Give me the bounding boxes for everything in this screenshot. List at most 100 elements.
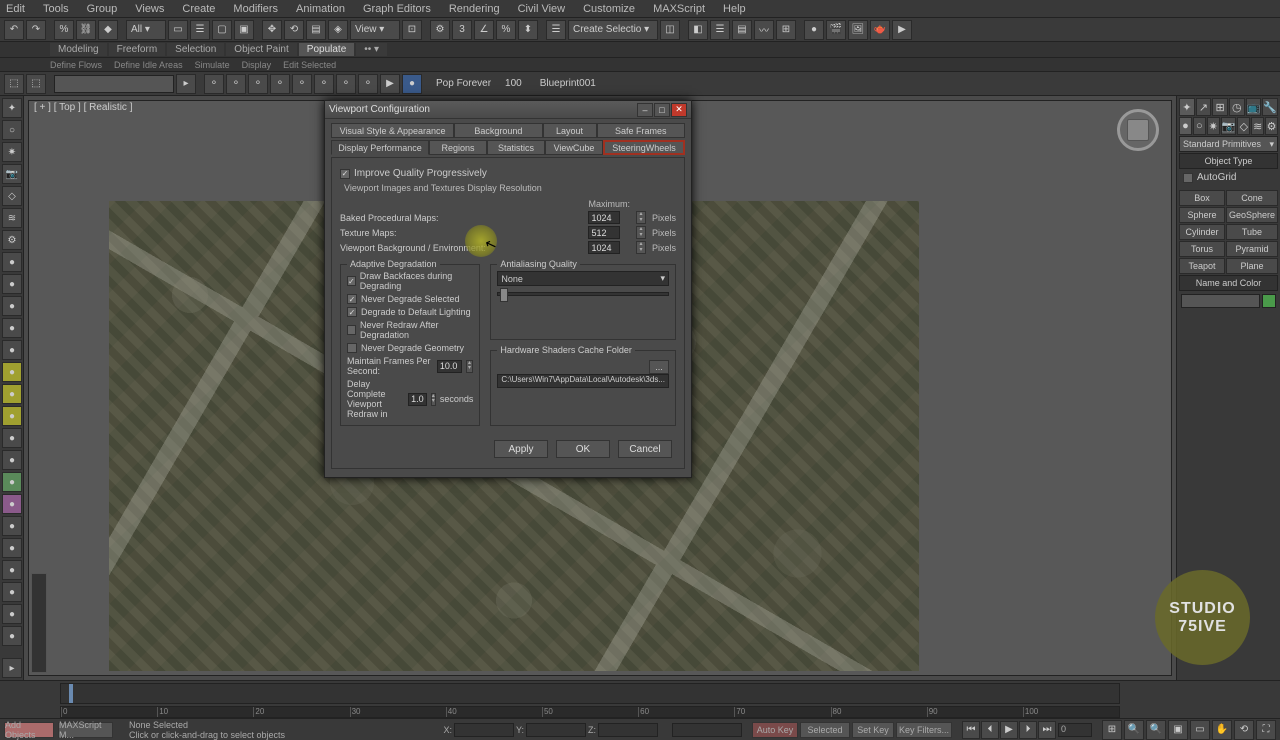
cache-path-input[interactable]: C:\Users\Win7\AppData\Local\Autodesk\3ds… — [497, 374, 669, 388]
selected-button[interactable]: Selected — [800, 722, 850, 738]
spinner-arrows-icon[interactable]: ▴▾ — [636, 211, 646, 224]
close-icon[interactable]: ✕ — [671, 103, 687, 117]
object-type-header[interactable]: Object Type — [1179, 153, 1278, 169]
prim-tube-button[interactable]: Tube — [1226, 224, 1278, 240]
prim-box-button[interactable]: Box — [1179, 190, 1225, 206]
spinner-arrows-icon[interactable]: ▴▾ — [636, 226, 646, 239]
helpers-icon[interactable]: ◇ — [1237, 117, 1250, 135]
spinner-arrows-icon[interactable]: ▴▾ — [431, 393, 436, 406]
misc-icon[interactable]: ● — [2, 252, 22, 272]
bind-icon[interactable]: ◆ — [98, 20, 118, 40]
motion-panel-icon[interactable]: ◷ — [1229, 98, 1245, 116]
pop-anim-icon[interactable]: ● — [402, 74, 422, 94]
misc-icon[interactable]: ● — [2, 384, 22, 404]
zoom-extents-icon[interactable]: ▣ — [1168, 720, 1188, 740]
misc-icon[interactable]: ● — [2, 582, 22, 602]
timeline-ruler[interactable]: 0102030405060708090100 — [60, 706, 1120, 718]
render-icon[interactable]: 🫖 — [870, 20, 890, 40]
ribbon-tab-freeform[interactable]: Freeform — [109, 43, 166, 56]
snap-icon[interactable]: 3 — [452, 20, 472, 40]
prim-sphere-button[interactable]: Sphere — [1179, 207, 1225, 223]
current-frame-input[interactable]: 0 — [1058, 723, 1092, 737]
time-slider-marker[interactable] — [69, 684, 73, 703]
menu-item[interactable]: Civil View — [518, 3, 565, 15]
ribbon-icon[interactable]: ▤ — [732, 20, 752, 40]
autokey-button[interactable]: Auto Key — [752, 722, 798, 738]
create-panel-icon[interactable]: ✦ — [1179, 98, 1195, 116]
space-warp-icon[interactable]: ≋ — [2, 208, 22, 228]
tab-steeringwheels[interactable]: SteeringWheels — [603, 140, 685, 155]
minimize-icon[interactable]: ‒ — [637, 103, 653, 117]
light-icon[interactable]: ✷ — [2, 142, 22, 162]
pivot-icon[interactable]: ⊡ — [402, 20, 422, 40]
window-crossing-icon[interactable]: ▣ — [234, 20, 254, 40]
add-objects-button[interactable]: Add Objects — [4, 722, 54, 738]
main-menubar[interactable]: Edit Tools Group Views Create Modifiers … — [0, 0, 1280, 18]
redraw-delay-spinner[interactable]: 1.0 — [408, 393, 427, 406]
select-icon[interactable]: ▭ — [168, 20, 188, 40]
prim-plane-button[interactable]: Plane — [1226, 258, 1278, 274]
viewport-bg-spinner[interactable]: 1024 — [588, 241, 620, 254]
ribbon-tab-populate[interactable]: Populate — [299, 43, 354, 56]
goto-start-icon[interactable]: ⏮ — [962, 721, 980, 739]
pop-icon[interactable]: ⚬ — [248, 74, 268, 94]
graphite-btn-icon[interactable]: ⬚ — [26, 74, 46, 94]
misc-icon[interactable]: ● — [2, 472, 22, 492]
ribbon-tab-more[interactable]: •• ▾ — [356, 43, 387, 56]
undo-icon[interactable]: ↶ — [4, 20, 24, 40]
never-degrade-geometry-checkbox[interactable] — [347, 343, 357, 353]
shapes-icon[interactable]: ○ — [1193, 117, 1206, 135]
maximize-viewport-icon[interactable]: ⛶ — [1256, 720, 1276, 740]
render-prod-icon[interactable]: ▶ — [892, 20, 912, 40]
pop-icon[interactable]: ⚬ — [270, 74, 290, 94]
tab-display-performance[interactable]: Display Performance — [331, 140, 429, 155]
viewcube-face[interactable] — [1127, 119, 1149, 141]
material-editor-icon[interactable]: ● — [804, 20, 824, 40]
zoom-icon[interactable]: 🔍 — [1124, 720, 1144, 740]
misc-icon[interactable]: ● — [2, 318, 22, 338]
cam-icon[interactable]: 📷 — [2, 164, 22, 184]
tab-background[interactable]: Background — [454, 123, 543, 138]
named-selection-dropdown[interactable]: Create Selectio ▾ — [568, 20, 658, 40]
time-slider[interactable] — [60, 683, 1120, 704]
menu-item[interactable]: Help — [723, 3, 746, 15]
never-redraw-checkbox[interactable] — [347, 325, 356, 335]
menu-item[interactable]: Group — [87, 3, 118, 15]
misc-icon[interactable]: ● — [2, 406, 22, 426]
move-icon[interactable]: ✥ — [262, 20, 282, 40]
named-sel-icon[interactable]: ☰ — [546, 20, 566, 40]
spinner-snap-icon[interactable]: ⬍ — [518, 20, 538, 40]
manipulate-icon[interactable]: ⚙ — [430, 20, 450, 40]
next-frame-icon[interactable]: ⏵ — [1019, 721, 1037, 739]
apply-button[interactable]: Apply — [494, 440, 548, 458]
pop-anim-icon[interactable]: ▶ — [380, 74, 400, 94]
redo-icon[interactable]: ↷ — [26, 20, 46, 40]
helper-icon[interactable]: ◇ — [2, 186, 22, 206]
render-setup-icon[interactable]: 🎬 — [826, 20, 846, 40]
viewcube[interactable] — [1117, 109, 1159, 151]
baked-maps-spinner[interactable]: 1024 — [588, 211, 620, 224]
placement-icon[interactable]: ◈ — [328, 20, 348, 40]
browse-button[interactable]: ... — [649, 360, 669, 374]
misc-icon[interactable]: ● — [2, 274, 22, 294]
prim-cone-button[interactable]: Cone — [1226, 190, 1278, 206]
menu-item[interactable]: Graph Editors — [363, 3, 431, 15]
menu-item[interactable]: Edit — [6, 3, 25, 15]
select-name-icon[interactable]: ☰ — [190, 20, 210, 40]
misc-icon[interactable]: ● — [2, 296, 22, 316]
geometry-icon[interactable]: ● — [1179, 117, 1192, 135]
layers-icon[interactable]: ☰ — [710, 20, 730, 40]
slider-thumb[interactable] — [500, 288, 508, 302]
x-coord-input[interactable] — [454, 723, 514, 737]
menu-item[interactable]: Tools — [43, 3, 69, 15]
menu-item[interactable]: Modifiers — [233, 3, 278, 15]
antialiasing-slider[interactable] — [497, 292, 669, 296]
pop-icon[interactable]: ⚬ — [204, 74, 224, 94]
keyfilters-button[interactable]: Key Filters... — [896, 722, 952, 738]
viewport-scale-bar[interactable] — [31, 573, 47, 673]
zoom-region-icon[interactable]: ▭ — [1190, 720, 1210, 740]
menu-item[interactable]: Views — [135, 3, 164, 15]
pop-icon[interactable]: ⚬ — [226, 74, 246, 94]
shape-icon[interactable]: ○ — [2, 120, 22, 140]
prev-frame-icon[interactable]: ⏴ — [981, 721, 999, 739]
